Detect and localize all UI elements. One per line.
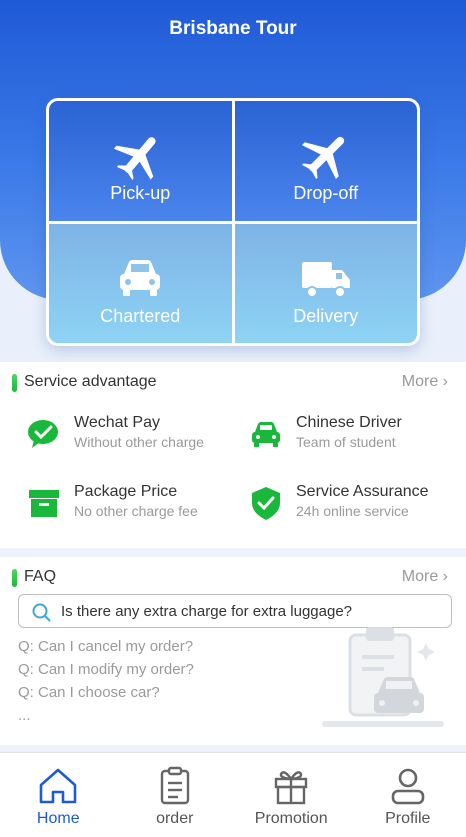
tab-label: order [156, 810, 194, 827]
home-icon [39, 768, 77, 804]
clipboard-icon [160, 766, 189, 805]
search-icon [32, 603, 51, 622]
chevron-right-icon: › [442, 373, 448, 390]
tab-home[interactable]: Home [0, 753, 117, 837]
tab-profile[interactable]: Profile [350, 753, 466, 837]
advantage-title: Wechat Pay [74, 414, 160, 431]
hero-section: Brisbane Tour Pick-up Drop-off Chartered… [0, 0, 466, 372]
service-label: Chartered [100, 305, 181, 326]
advantage-item: Package Price No other charge fee [26, 483, 246, 531]
plane-landing-icon [114, 137, 156, 180]
advantage-item: Wechat Pay Without other charge [26, 414, 246, 462]
section-accent-bar [12, 569, 17, 587]
car-icon [120, 259, 161, 296]
section-accent-bar [12, 374, 17, 392]
page-title: Brisbane Tour [169, 18, 297, 39]
advantage-item: Chinese Driver Team of student [248, 414, 466, 462]
section-header: Service advantage More › [12, 372, 448, 394]
service-delivery-button[interactable]: Delivery [234, 223, 417, 343]
section-title: Service advantage [24, 373, 157, 390]
section-title: FAQ [24, 568, 57, 585]
gift-icon [275, 771, 308, 805]
advantage-item: Service Assurance 24h online service [248, 483, 466, 531]
faq-question[interactable]: Q: Can I choose car? [18, 684, 160, 701]
faq-illustration-icon [322, 627, 444, 727]
advantage-subtitle: No other charge fee [74, 503, 198, 519]
tab-order[interactable]: order [117, 753, 234, 837]
user-icon [391, 768, 425, 805]
service-advantage-card: Service advantage More › Wechat Pay With… [0, 362, 466, 548]
plane-takeoff-icon [301, 136, 344, 180]
faq-card: FAQ More › Is there any extra charge for… [0, 557, 466, 745]
tab-label: Promotion [254, 810, 328, 827]
faq-question[interactable]: Q: Can I cancel my order? [18, 638, 193, 655]
bottom-tab-bar: Home order Promotion Profile [0, 752, 466, 837]
section-header: FAQ More › [12, 567, 448, 589]
advantage-title: Chinese Driver [296, 414, 402, 431]
car-icon [252, 422, 280, 447]
service-label: Drop-off [293, 183, 359, 203]
faq-ellipsis: ... [18, 707, 31, 724]
service-chartered-button[interactable]: Chartered [49, 223, 232, 343]
truck-icon [301, 261, 350, 298]
tab-label: Home [36, 810, 80, 827]
advantage-subtitle: Without other charge [74, 434, 204, 450]
advantage-title: Service Assurance [296, 483, 429, 500]
advantage-subtitle: 24h online service [296, 503, 409, 519]
service-label: Pick-up [110, 183, 171, 203]
service-dropoff-button[interactable]: Drop-off [234, 101, 417, 221]
service-grid: Pick-up Drop-off Chartered Delivery [46, 98, 420, 346]
shield-check-icon [252, 487, 280, 520]
tab-label: Profile [385, 810, 431, 827]
service-pickup-button[interactable]: Pick-up [49, 101, 232, 221]
faq-question[interactable]: Q: Can I modify my order? [18, 661, 194, 678]
advantage-title: Package Price [74, 483, 178, 500]
more-link[interactable]: More › [402, 373, 448, 391]
more-link[interactable]: More › [402, 568, 448, 586]
service-label: Delivery [293, 305, 359, 326]
search-text: Is there any extra charge for extra lugg… [61, 603, 353, 620]
box-icon [29, 490, 59, 517]
advantage-subtitle: Team of student [296, 434, 396, 450]
wechat-icon [28, 420, 58, 448]
chevron-right-icon: › [442, 568, 448, 585]
tab-promotion[interactable]: Promotion [233, 753, 350, 837]
